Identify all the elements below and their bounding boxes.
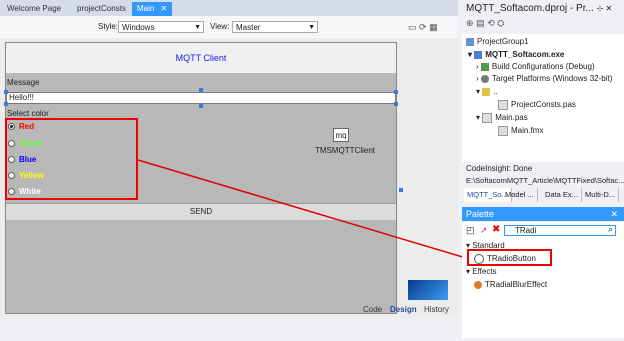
- tree-label: MQTT_Softacom.exe: [485, 50, 565, 59]
- tree-node[interactable]: ProjectGroup1: [466, 37, 529, 46]
- refresh-icon[interactable]: ⟲: [487, 18, 495, 28]
- file-icon: [482, 113, 493, 123]
- tree-node[interactable]: Main.fmx: [498, 126, 543, 136]
- item-label: TRadialBlurEffect: [485, 280, 548, 289]
- tree-label: ProjectConsts.pas: [511, 100, 576, 110]
- filter-icon[interactable]: ⛭: [497, 18, 504, 28]
- palette-item-tradialblureffect[interactable]: TRadialBlurEffect: [474, 280, 547, 289]
- tab-multi-device[interactable]: Multi-D...: [582, 188, 619, 202]
- folder-icon[interactable]: ▤: [476, 18, 485, 28]
- folder-icon: [482, 87, 491, 96]
- effect-icon: [474, 280, 482, 289]
- tree-node[interactable]: ▾ ..: [476, 87, 498, 96]
- project-tree: ProjectGroup1 ▾ MQTT_Softacom.exe › Buil…: [462, 34, 624, 162]
- tree-node[interactable]: › Build Configurations (Debug): [476, 62, 595, 71]
- clear-filter-icon[interactable]: ✖: [492, 224, 500, 235]
- pin-icon[interactable]: ⊹ ✕: [597, 4, 613, 13]
- highlight-box-palette: [467, 249, 552, 266]
- project-path: E:\SoftacomMQTT_Article\MQTTFixed\Softac…: [466, 176, 624, 185]
- new-icon[interactable]: ⊕: [466, 18, 474, 28]
- tree-label: Target Platforms (Windows 32-bit): [491, 74, 613, 83]
- palette-title: Palette: [466, 209, 495, 219]
- tab-data-explorer[interactable]: Data Ex...: [542, 188, 582, 202]
- target-icon: [480, 74, 489, 83]
- build-config-icon: [480, 62, 489, 71]
- tree-label: ..: [493, 87, 498, 96]
- project-title: MQTT_Softacom.dproj - Pr...: [466, 3, 594, 14]
- group-icon: [466, 37, 474, 46]
- search-icon[interactable]: ⌕: [608, 224, 613, 235]
- codeinsight-status: CodeInsight: Done: [466, 164, 533, 173]
- tree-label: Build Configurations (Debug): [491, 62, 595, 71]
- new-component-icon[interactable]: ◰: [466, 225, 475, 236]
- palette-search-input[interactable]: TRadi: [504, 225, 616, 236]
- tree-node[interactable]: › Target Platforms (Windows 32-bit): [476, 74, 612, 83]
- group-label: Effects: [472, 267, 497, 276]
- palette-group-effects[interactable]: ▾ Effects: [466, 267, 497, 276]
- tree-node[interactable]: ▾ Main.pas: [476, 113, 528, 123]
- tree-label: Main.pas: [495, 113, 528, 123]
- tab-model[interactable]: Model ...: [502, 188, 538, 202]
- project-tabs: MQTT_So... Model ... Data Ex... Multi-D.…: [462, 188, 624, 202]
- tree-label: ProjectGroup1: [477, 37, 529, 46]
- palette-header: Palette ✕: [462, 207, 624, 221]
- tree-node[interactable]: ProjectConsts.pas: [498, 100, 576, 110]
- tree-label: Main.fmx: [511, 126, 544, 136]
- project-manager-header: MQTT_Softacom.dproj - Pr... ⊹ ✕: [462, 0, 624, 18]
- close-icon[interactable]: ✕: [610, 207, 618, 221]
- project-toolbar: ⊕ ▤ ⟲ ⛭: [462, 18, 624, 34]
- pointer-icon[interactable]: ➚: [480, 225, 488, 236]
- form-file-icon: [498, 126, 508, 136]
- file-icon: [498, 100, 508, 110]
- project-icon: [474, 50, 483, 59]
- tree-node[interactable]: ▾ MQTT_Softacom.exe: [468, 50, 564, 59]
